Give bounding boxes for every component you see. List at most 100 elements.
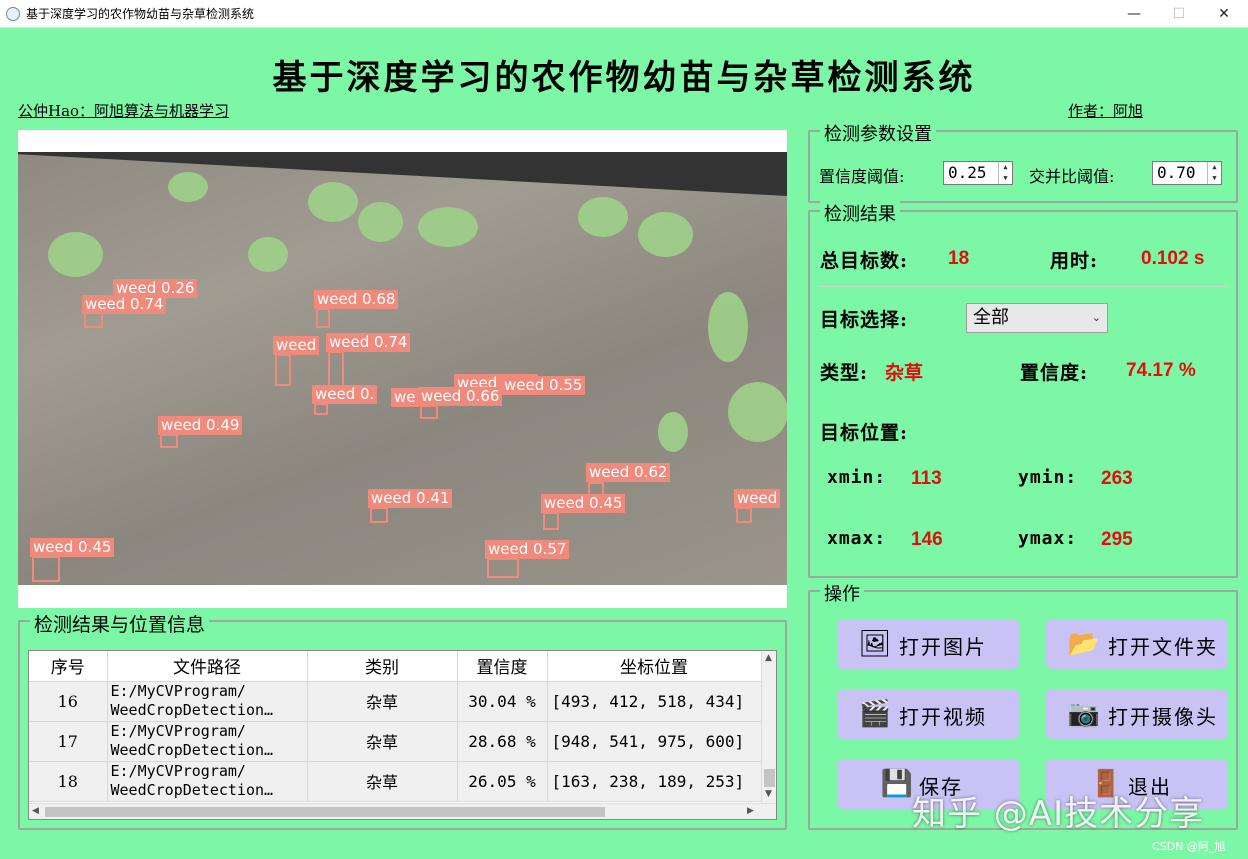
row-coordinates[interactable]: [948, 541, 975, 600] — [547, 721, 762, 762]
row-class[interactable]: 杂草 — [307, 761, 458, 802]
target-select-label: 目标选择: — [820, 309, 909, 331]
detection-label: weed 0. — [312, 385, 378, 404]
horizontal-scroll-thumb[interactable] — [45, 807, 605, 817]
xmax-value: 146 — [911, 529, 943, 550]
row-class[interactable]: 杂草 — [307, 721, 458, 762]
iou-threshold-value[interactable]: 0.70 — [1157, 163, 1196, 182]
row-confidence[interactable]: 26.05 % — [457, 761, 548, 802]
type-value: 杂草 — [885, 362, 924, 384]
detection-label: weed 0.62 — [586, 463, 671, 482]
detection-label: weed 0.74 — [326, 333, 411, 352]
vertical-scrollbar[interactable]: ▲ ▼ — [761, 651, 776, 803]
total-targets-value: 18 — [948, 248, 970, 269]
column-header[interactable]: 坐标位置 — [547, 651, 762, 682]
elapsed-time-value: 0.102 s — [1141, 248, 1205, 269]
image-border-band — [18, 152, 787, 196]
open-video-label: 打开视频 — [899, 705, 987, 729]
csdn-watermark: CSDN @阿_旭 — [1152, 840, 1226, 853]
detection-label: weed — [734, 489, 781, 508]
image-icon: 🖼 — [858, 629, 892, 659]
app-icon — [6, 7, 20, 21]
confidence-value: 74.17 % — [1126, 360, 1196, 381]
detection-label: we — [391, 388, 419, 407]
minimize-button[interactable]: — — [1111, 0, 1157, 28]
public-account-note: 公仲Hao：阿旭算法与机器学习 — [18, 102, 230, 120]
detection-label: weed 0.41 — [368, 489, 453, 508]
detection-label: weed 0.45 — [30, 538, 115, 557]
results-divider — [818, 286, 1228, 287]
xmax-label: xmax: — [827, 528, 887, 549]
spin-arrows-icon[interactable]: ▲ ▼ — [1207, 162, 1221, 184]
open-video-button[interactable]: 🎬 打开视频 — [837, 689, 1019, 739]
column-header[interactable]: 序号 — [29, 651, 108, 682]
chevron-down-icon[interactable]: ⌄ — [1092, 304, 1101, 332]
ymax-value: 295 — [1101, 529, 1133, 550]
row-confidence[interactable]: 30.04 % — [457, 681, 548, 722]
open-camera-label: 打开摄像头 — [1108, 705, 1218, 729]
table-row[interactable]: 18 E:/MyCVProgram/WeedCropDetection… 杂草 … — [29, 761, 762, 802]
table-row[interactable]: 17 E:/MyCVProgram/WeedCropDetection… 杂草 … — [29, 721, 762, 762]
table-header-row: 序号 文件路径 类别 置信度 坐标位置 — [29, 651, 762, 682]
scroll-down-icon[interactable]: ▼ — [765, 789, 772, 799]
operations-title: 操作 — [820, 580, 864, 606]
author-note: 作者：阿旭 — [1068, 102, 1144, 120]
window-title: 基于深度学习的农作物幼苗与杂草检测系统 — [26, 7, 255, 21]
column-header[interactable]: 置信度 — [457, 651, 548, 682]
image-view: weed 0.26 weed 0.74 weed 0.68 weed weed … — [18, 130, 787, 608]
target-select[interactable]: 全部 ⌄ — [966, 303, 1108, 333]
results-table[interactable]: 序号 文件路径 类别 置信度 坐标位置 16 E:/MyCVProgram/We… — [28, 650, 777, 820]
row-coordinates[interactable]: [163, 238, 189, 253] — [547, 761, 762, 802]
elapsed-time-label: 用时: — [1050, 250, 1099, 272]
xmin-value: 113 — [911, 468, 942, 489]
detection-label: weed 0.49 — [158, 416, 243, 435]
detection-label: weed 0.74 — [82, 295, 167, 314]
row-confidence[interactable]: 28.68 % — [457, 721, 548, 762]
open-image-label: 打开图片 — [899, 635, 987, 659]
close-button[interactable]: ✕ — [1201, 0, 1247, 28]
video-clapper-icon: 🎬 — [858, 699, 892, 729]
scroll-right-icon[interactable]: ▶ — [747, 806, 754, 816]
params-title: 检测参数设置 — [820, 120, 936, 146]
detection-label: weed — [273, 336, 320, 355]
detection-label: weed 0.68 — [314, 290, 399, 309]
open-folder-button[interactable]: 📂 打开文件夹 — [1046, 619, 1228, 669]
row-path[interactable]: E:/MyCVProgram/WeedCropDetection… — [107, 761, 308, 802]
conf-threshold-label: 置信度阈值: — [819, 167, 905, 186]
ymin-label: ymin: — [1018, 467, 1078, 488]
detection-label: weed 0.55 — [501, 376, 586, 395]
row-path[interactable]: E:/MyCVProgram/WeedCropDetection… — [107, 681, 308, 722]
row-coordinates[interactable]: [493, 412, 518, 434] — [547, 681, 762, 722]
xmin-label: xmin: — [827, 467, 887, 488]
column-header[interactable]: 类别 — [307, 651, 458, 682]
watermark: 知乎 @AI技术分享 — [912, 794, 1205, 834]
spin-arrows-icon[interactable]: ▲ ▼ — [998, 162, 1012, 184]
horizontal-scrollbar[interactable]: ◀ ▶ — [29, 803, 776, 819]
table-row[interactable]: 16 E:/MyCVProgram/WeedCropDetection… 杂草 … — [29, 681, 762, 722]
row-class[interactable]: 杂草 — [307, 681, 458, 722]
scroll-left-icon[interactable]: ◀ — [32, 806, 39, 816]
iou-threshold-spinbox[interactable]: 0.70 ▲ ▼ — [1152, 161, 1222, 185]
row-index[interactable]: 17 — [29, 721, 108, 762]
row-path[interactable]: E:/MyCVProgram/WeedCropDetection… — [107, 721, 308, 762]
vertical-scroll-thumb[interactable] — [764, 769, 775, 787]
webcam-icon: 📷 — [1067, 699, 1101, 729]
conf-threshold-spinbox[interactable]: 0.25 ▲ ▼ — [943, 161, 1013, 185]
column-header[interactable]: 文件路径 — [107, 651, 308, 682]
title-bar: 基于深度学习的农作物幼苗与杂草检测系统 — ☐ ✕ — [0, 0, 1248, 28]
page-title: 基于深度学习的农作物幼苗与杂草检测系统 — [272, 58, 976, 98]
scroll-up-icon[interactable]: ▲ — [765, 653, 772, 663]
detection-label: weed 0.57 — [485, 540, 570, 559]
row-index[interactable]: 18 — [29, 761, 108, 802]
total-targets-label: 总目标数: — [820, 250, 909, 272]
detection-label: weed 0.66 — [418, 387, 503, 406]
row-index[interactable]: 16 — [29, 681, 108, 722]
floppy-disk-icon: 💾 — [880, 769, 914, 799]
open-image-button[interactable]: 🖼 打开图片 — [837, 619, 1019, 669]
maximize-button[interactable]: ☐ — [1156, 0, 1202, 28]
conf-threshold-value[interactable]: 0.25 — [948, 163, 987, 182]
open-camera-button[interactable]: 📷 打开摄像头 — [1046, 689, 1228, 739]
target-position-label: 目标位置: — [820, 422, 909, 444]
target-select-value[interactable]: 全部 — [973, 307, 1009, 328]
open-folder-label: 打开文件夹 — [1108, 635, 1218, 659]
type-label: 类型: — [820, 362, 869, 384]
